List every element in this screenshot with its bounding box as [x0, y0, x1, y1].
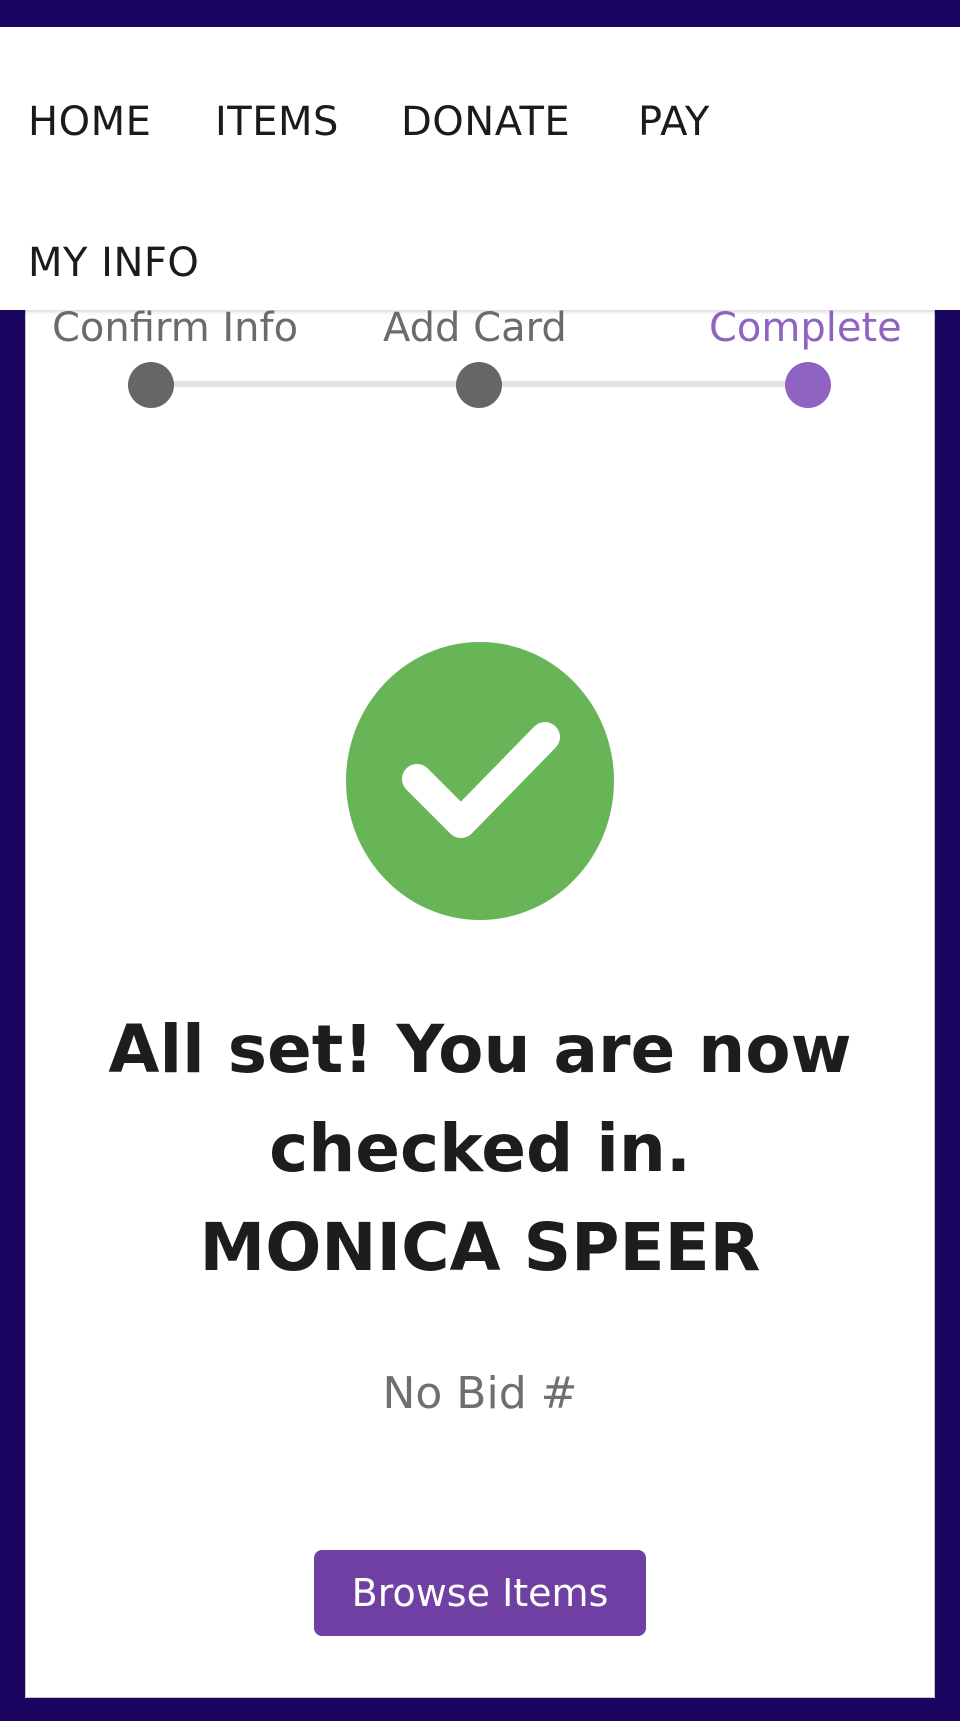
nav-home[interactable]: HOME — [28, 99, 151, 145]
checkin-card — [25, 300, 935, 1698]
check-circle-icon — [345, 641, 615, 921]
step-label-add-card: Add Card — [383, 305, 567, 351]
confirmation-line-1: All set! You are now — [108, 1011, 852, 1088]
step-dot-confirm-info — [128, 362, 174, 408]
step-label-complete: Complete — [709, 305, 902, 351]
browse-items-button[interactable]: Browse Items — [314, 1550, 646, 1636]
confirmation-line-2: checked in. — [269, 1110, 691, 1187]
nav-pay[interactable]: PAY — [638, 99, 710, 145]
bid-number-text: No Bid # — [382, 1368, 578, 1419]
confirmation-message: All set! You are now checked in. MONICA … — [60, 1000, 900, 1297]
nav-items[interactable]: ITEMS — [215, 99, 339, 145]
top-navigation: HOME ITEMS DONATE PAY MY INFO — [0, 27, 960, 310]
step-dot-add-card — [456, 362, 502, 408]
nav-donate[interactable]: DONATE — [401, 99, 570, 145]
nav-my-info[interactable]: MY INFO — [28, 240, 199, 286]
step-dot-complete — [785, 362, 831, 408]
attendee-name: MONICA SPEER — [199, 1209, 761, 1286]
step-label-confirm-info: Confirm Info — [52, 305, 299, 351]
